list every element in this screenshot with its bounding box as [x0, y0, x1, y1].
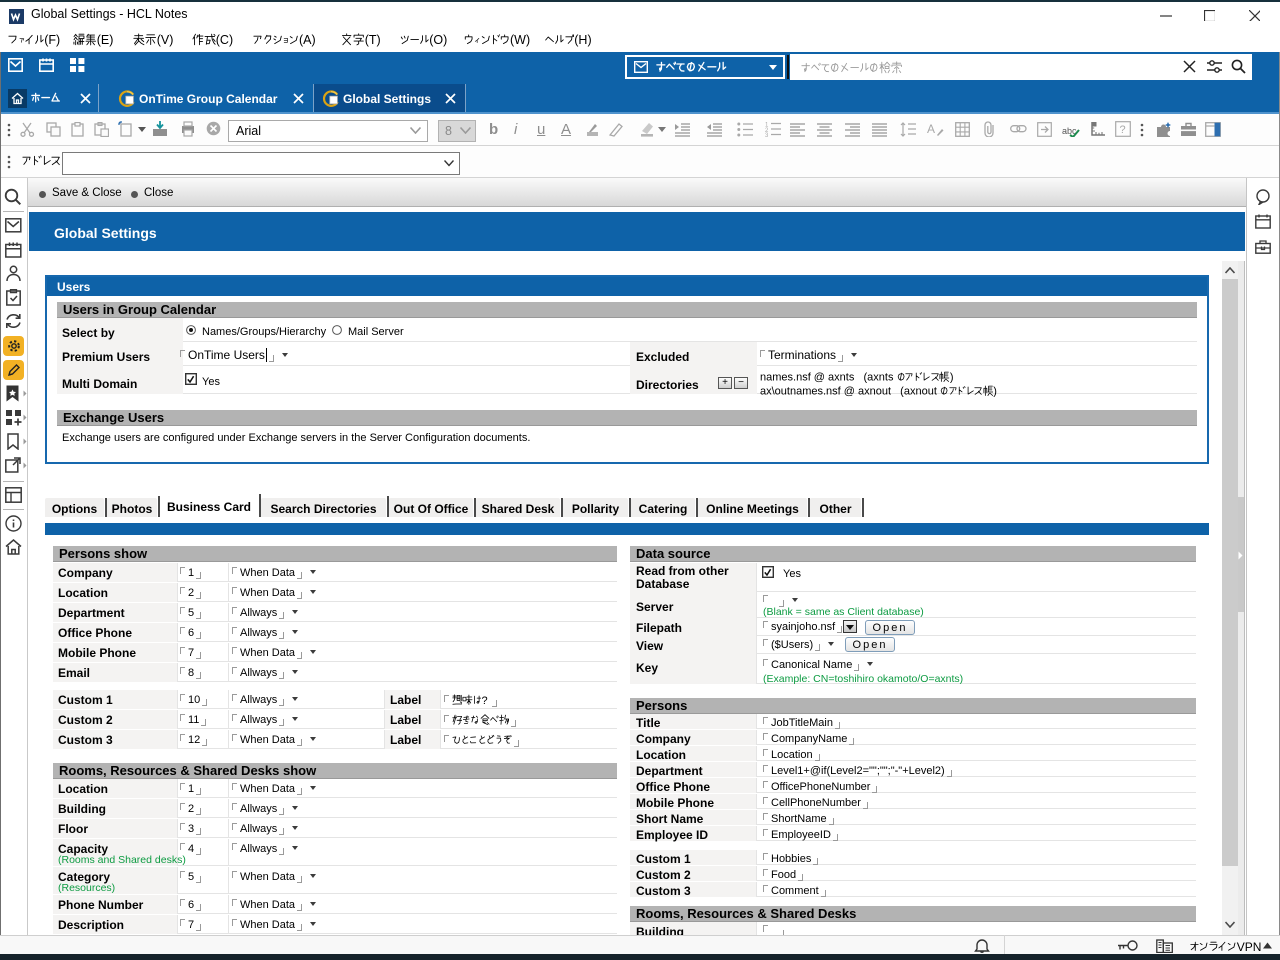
- svg-text:?: ?: [1120, 124, 1126, 136]
- svg-text:A: A: [927, 122, 935, 136]
- svg-text:3: 3: [765, 133, 769, 137]
